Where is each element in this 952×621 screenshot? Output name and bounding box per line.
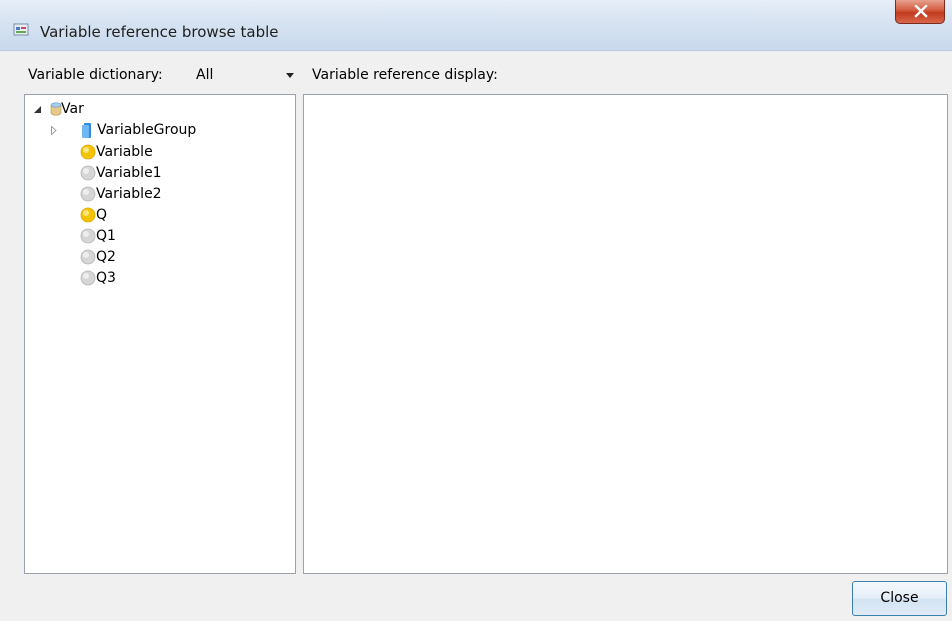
reference-display-panel[interactable] (303, 94, 948, 574)
inactive-status-icon (80, 270, 96, 286)
title-bar[interactable]: Variable reference browse table (0, 0, 952, 51)
tree-node-label: Q1 (96, 228, 116, 244)
expand-closed-icon[interactable] (51, 126, 57, 135)
close-button[interactable]: Close (852, 581, 947, 616)
tree-node-label: Variable1 (96, 165, 162, 181)
variable-tree[interactable]: Var VariableGroup Variable Variable1 Var… (24, 94, 296, 574)
tree-node-label: Var (61, 101, 84, 117)
inactive-status-icon (80, 186, 96, 202)
folder-icon (82, 123, 91, 138)
tree-node-label: Q3 (96, 270, 116, 286)
tree-node-label: Q (96, 207, 108, 223)
dictionary-selected-value: All (196, 67, 214, 83)
expand-open-icon[interactable] (34, 106, 42, 114)
inactive-status-icon (80, 249, 96, 265)
dropdown-arrow-icon (286, 73, 294, 78)
inactive-status-icon (80, 165, 96, 181)
reference-display-label: Variable reference display: (312, 67, 498, 83)
tree-node-label: Variable (96, 144, 153, 160)
active-status-icon (80, 144, 96, 160)
dictionary-label: Variable dictionary: (28, 67, 163, 83)
tree-node-label: Variable2 (96, 186, 162, 202)
window-close-button[interactable] (895, 0, 945, 24)
inactive-status-icon (80, 228, 96, 244)
active-status-icon (80, 207, 96, 223)
close-icon (914, 5, 928, 18)
app-icon (13, 23, 29, 36)
tree-node-label: VariableGroup (97, 122, 197, 138)
dictionary-select[interactable]: All (190, 64, 302, 86)
dialog-window: Variable reference browse table Variable… (0, 0, 952, 621)
window-title: Variable reference browse table (40, 23, 279, 41)
tree-node-label: Q2 (96, 249, 116, 265)
